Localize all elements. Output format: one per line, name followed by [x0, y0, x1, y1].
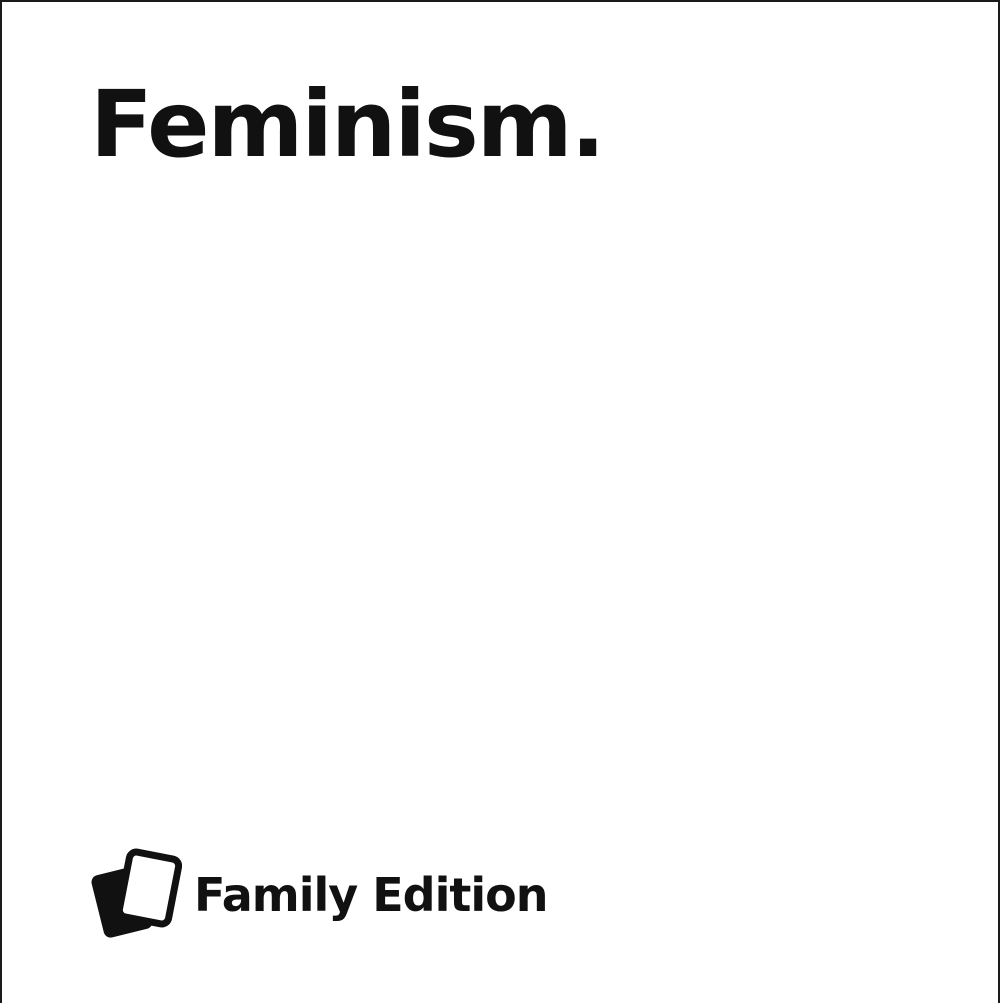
- brand-footer: Family Edition: [88, 848, 548, 942]
- card-title: Feminism.: [90, 71, 606, 178]
- stacked-cards-icon: [91, 848, 182, 938]
- question-card: Feminism. Family Edition: [0, 0, 1000, 1003]
- brand-name: Family Edition: [194, 868, 548, 922]
